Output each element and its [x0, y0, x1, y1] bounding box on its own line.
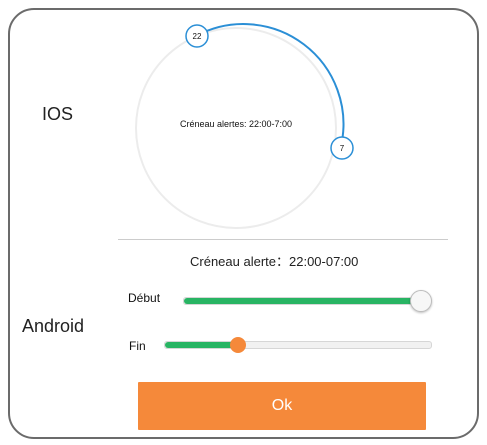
end-slider[interactable] — [164, 341, 432, 349]
start-hour-label: 22 — [192, 32, 202, 41]
start-slider[interactable] — [183, 297, 423, 305]
end-slider-fill — [165, 342, 240, 348]
ok-button[interactable]: Ok — [138, 382, 426, 430]
end-hour-label: 7 — [339, 144, 345, 153]
ios-window-text: Créneau alertes: 22:00-7:00 — [179, 119, 293, 129]
start-slider-fill — [184, 298, 422, 304]
end-slider-label: Fin — [129, 339, 146, 353]
ios-label: IOS — [42, 104, 74, 124]
section-divider — [118, 239, 448, 240]
android-window-summary: Créneau alerte：22:00-07:00 — [190, 254, 359, 269]
start-slider-thumb[interactable] — [410, 290, 432, 312]
start-slider-label: Début — [128, 291, 161, 305]
android-label: Android — [22, 316, 85, 336]
